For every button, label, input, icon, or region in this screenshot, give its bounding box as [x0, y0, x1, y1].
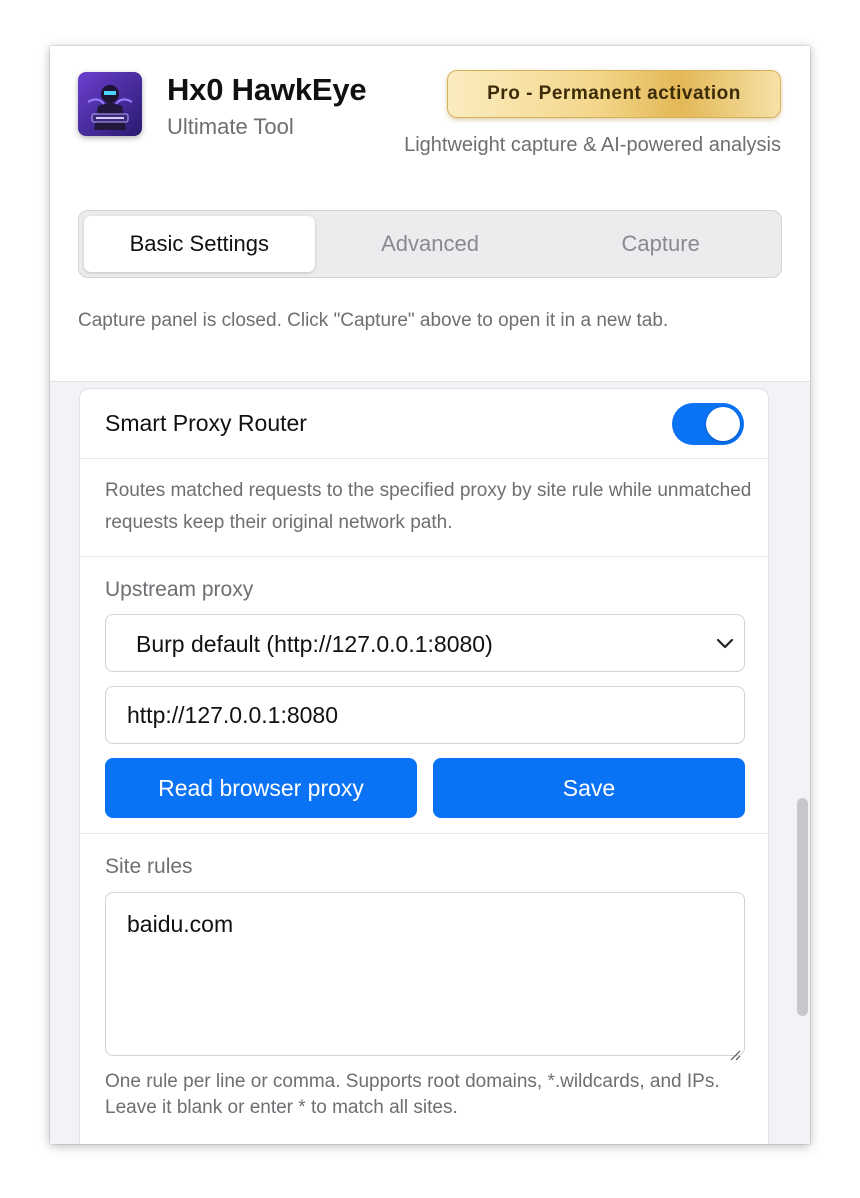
- tab-capture[interactable]: Capture: [545, 216, 776, 272]
- toggle-knob: [706, 407, 740, 441]
- scrollbar-thumb[interactable]: [797, 798, 808, 1016]
- read-browser-proxy-button[interactable]: Read browser proxy: [105, 758, 417, 818]
- pro-badge[interactable]: Pro - Permanent activation: [447, 70, 781, 118]
- app-logo: [78, 72, 142, 136]
- proxy-router-description: Routes matched requests to the specified…: [105, 480, 752, 533]
- site-rules-label: Site rules: [105, 855, 193, 878]
- site-rules-value: baidu.com: [127, 911, 234, 937]
- proxy-router-title: Smart Proxy Router: [105, 410, 307, 436]
- chevron-down-icon: [714, 632, 736, 654]
- divider: [80, 833, 768, 834]
- tab-advanced[interactable]: Advanced: [315, 216, 546, 272]
- proxy-url-input[interactable]: http://127.0.0.1:8080: [105, 686, 745, 744]
- upstream-proxy-label: Upstream proxy: [105, 578, 254, 601]
- app-subtitle: Ultimate Tool: [167, 114, 294, 139]
- divider: [80, 556, 768, 557]
- site-rules-textarea[interactable]: baidu.com: [105, 892, 745, 1061]
- header: Hx0 HawkEye Ultimate Tool Pro - Permanen…: [50, 46, 810, 382]
- extension-popup: Hx0 HawkEye Ultimate Tool Pro - Permanen…: [50, 46, 810, 1144]
- upstream-proxy-select[interactable]: Burp default (http://127.0.0.1:8080): [105, 614, 745, 672]
- tab-basic-settings[interactable]: Basic Settings: [84, 216, 315, 272]
- capture-notice: Capture panel is closed. Click "Capture"…: [78, 310, 669, 331]
- proxy-router-header: Smart Proxy Router: [80, 389, 768, 459]
- upstream-proxy-selected: Burp default (http://127.0.0.1:8080): [136, 631, 493, 657]
- tagline: Lightweight capture & AI-powered analysi…: [404, 134, 781, 156]
- proxy-router-toggle[interactable]: [672, 403, 744, 445]
- site-rules-help: One rule per line or comma. Supports roo…: [105, 1071, 720, 1118]
- tab-bar: Basic Settings Advanced Capture: [78, 210, 782, 278]
- save-button[interactable]: Save: [433, 758, 745, 818]
- proxy-router-card: Smart Proxy Router Routes matched reques…: [79, 388, 769, 1144]
- app-name: Hx0 HawkEye: [167, 72, 367, 107]
- resize-grip-icon[interactable]: [729, 1040, 741, 1061]
